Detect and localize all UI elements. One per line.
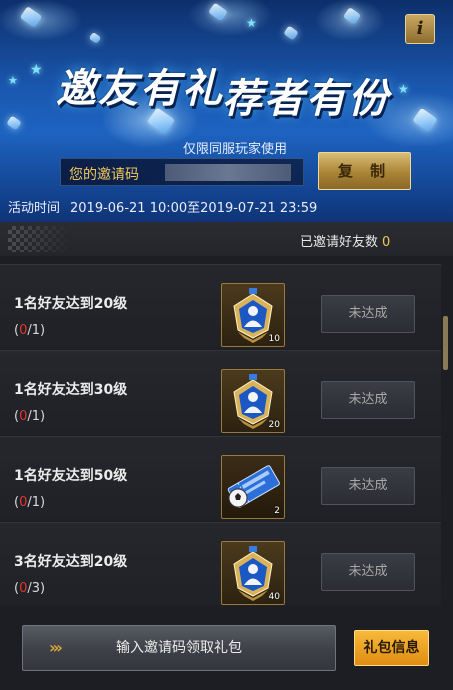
progress-total: /3) — [27, 581, 46, 596]
activity-time-label: 活动时间 — [8, 201, 61, 216]
info-button[interactable]: i — [405, 14, 435, 44]
activity-time: 活动时间 2019-06-21 10:00至2019-07-21 23:59 — [8, 197, 317, 216]
task-progress: (0/3) — [14, 581, 45, 596]
reward-quantity: 40 — [268, 592, 280, 602]
invite-code-label: 您的邀请码 — [69, 167, 139, 183]
reward-item[interactable]: 20 — [221, 369, 285, 433]
progress-total: /1) — [27, 409, 46, 424]
star-icon: ★ — [8, 74, 18, 87]
scrollbar-thumb[interactable] — [443, 316, 448, 370]
checkered-decoration — [8, 226, 70, 252]
event-banner: ★ ★ ★ ★ i 邀友有礼 荐者有份 仅限同服玩家使用 您的邀请码 复 制 活… — [0, 0, 453, 222]
enter-invite-code-label: 输入邀请码领取礼包 — [116, 640, 242, 656]
reward-quantity: 2 — [274, 506, 280, 516]
star-icon: ★ — [246, 16, 257, 30]
list-item: 3名好友达到20级 (0/3) 40 未达成 — [0, 522, 441, 606]
list-scrollbar[interactable] — [441, 256, 453, 606]
reward-quantity: 20 — [268, 420, 280, 430]
task-title: 1名好友达到20级 — [14, 296, 128, 312]
list-item: 1名好友达到30级 (0/1) 20 未达成 — [0, 350, 441, 435]
reward-quantity: 10 — [268, 334, 280, 344]
invite-code-value-masked — [165, 164, 291, 181]
banner-title-right: 荐者有份 — [222, 76, 390, 122]
invited-friends-bar: 已邀请好友数 0 — [0, 222, 453, 257]
chevron-right-icon: ››› — [49, 638, 63, 657]
bottom-action-bar: ››› 输入邀请码领取礼包 礼包信息 — [0, 606, 453, 690]
task-progress: (0/1) — [14, 323, 45, 338]
star-icon: ★ — [398, 82, 409, 96]
invited-friends-label: 已邀请好友数 — [300, 235, 379, 250]
reward-item[interactable]: 10 — [221, 283, 285, 347]
list-item: 1名好友达到20级 (0/1) 10 未达成 — [0, 264, 441, 349]
star-icon: ★ — [30, 62, 43, 78]
claim-status-button[interactable]: 未达成 — [321, 295, 415, 333]
task-title: 1名好友达到50级 — [14, 468, 128, 484]
progress-total: /1) — [27, 495, 46, 510]
claim-status-button[interactable]: 未达成 — [321, 381, 415, 419]
enter-invite-code-button[interactable]: ››› 输入邀请码领取礼包 — [22, 625, 336, 671]
invite-code-field: 您的邀请码 — [60, 158, 304, 186]
invited-friends-number: 0 — [382, 235, 391, 250]
gift-info-button[interactable]: 礼包信息 — [354, 630, 429, 666]
activity-time-range: 2019-06-21 10:00至2019-07-21 23:59 — [70, 201, 318, 216]
progress-total: /1) — [27, 323, 46, 338]
task-progress: (0/1) — [14, 409, 45, 424]
reward-item[interactable]: 40 — [221, 541, 285, 605]
task-progress: (0/1) — [14, 495, 45, 510]
invited-friends-count: 已邀请好友数 0 — [300, 231, 390, 250]
claim-status-button[interactable]: 未达成 — [321, 467, 415, 505]
reward-item[interactable]: 2 — [221, 455, 285, 519]
reward-task-list[interactable]: 1名好友达到20级 (0/1) 10 未达成 1名好友达到30级 (0/1) 2… — [0, 256, 441, 606]
banner-title-left: 邀友有礼 — [56, 66, 224, 112]
claim-status-button[interactable]: 未达成 — [321, 553, 415, 591]
task-title: 3名好友达到20级 — [14, 554, 128, 570]
list-item: 1名好友达到50级 (0/1) 2 未达成 — [0, 436, 441, 521]
copy-button[interactable]: 复 制 — [318, 152, 411, 190]
task-title: 1名好友达到30级 — [14, 382, 128, 398]
